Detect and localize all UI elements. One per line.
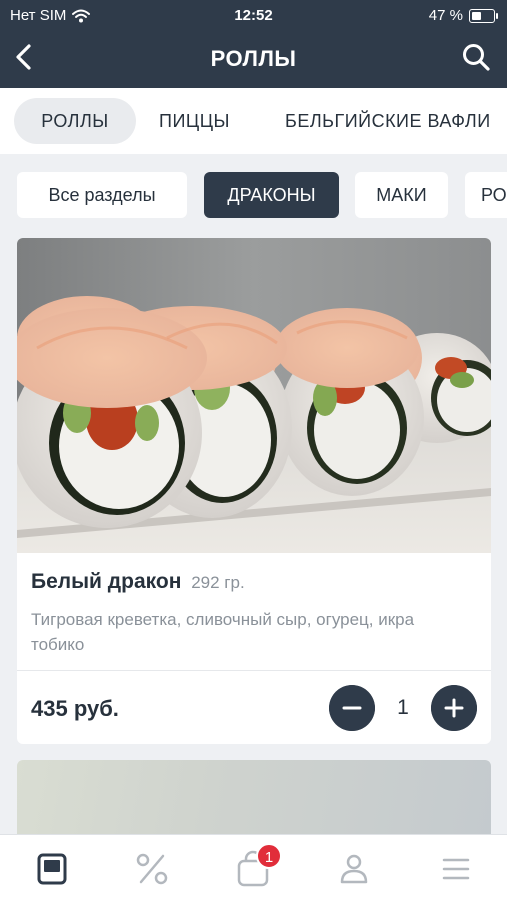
product-title[interactable]: Белый дракон 292 гр. xyxy=(31,570,245,594)
cart-badge: 1 xyxy=(256,843,282,869)
decrease-quantity-button[interactable] xyxy=(329,685,375,731)
quantity-value: 1 xyxy=(397,696,409,719)
subcategory-partial[interactable]: РО xyxy=(465,172,507,218)
product-card[interactable]: Белый дракон 292 гр. Тигровая креветка, … xyxy=(17,238,491,744)
battery-info: 47 % xyxy=(428,7,498,24)
product-description: Тигровая креветка, сливочный сыр, огурец… xyxy=(31,610,415,654)
subcategory-maki[interactable]: МАКИ xyxy=(355,172,448,218)
battery-level xyxy=(472,11,481,20)
product-image xyxy=(17,238,491,553)
menu-icon[interactable] xyxy=(32,849,72,889)
product-weight: 292 гр. xyxy=(191,573,245,592)
status-bar: Нет SIM 12:52 47 % xyxy=(0,0,507,30)
battery-percent: 47 % xyxy=(428,7,463,24)
subcategory-all[interactable]: Все разделы xyxy=(17,172,187,218)
percent-icon[interactable] xyxy=(132,849,172,889)
subcategory-chips: Все разделы ДРАКОНЫ МАКИ РО xyxy=(0,172,507,218)
category-tab-rolls[interactable]: РОЛЛЫ xyxy=(14,98,136,144)
increase-quantity-button[interactable] xyxy=(431,685,477,731)
page-title: РОЛЛЫ xyxy=(210,46,297,71)
battery-icon xyxy=(469,8,498,23)
subcategory-dragons[interactable]: ДРАКОНЫ xyxy=(204,172,339,218)
bottom-tab-bar xyxy=(0,834,507,901)
app-header: Нет SIM 12:52 47 % РОЛЛЫ xyxy=(0,0,507,88)
product-name: Белый дракон xyxy=(31,570,182,593)
product-price: 435 руб. xyxy=(31,696,119,721)
category-tabs: РОЛЛЫ ПИЦЦЫ БЕЛЬГИЙСКИЕ ВАФЛИ xyxy=(0,88,507,154)
category-tab-waffles[interactable]: БЕЛЬГИЙСКИЕ ВАФЛИ xyxy=(285,98,491,144)
hamburger-icon[interactable] xyxy=(436,849,476,889)
card-divider xyxy=(17,670,491,671)
category-tab-pizza[interactable]: ПИЦЦЫ xyxy=(159,98,230,144)
search-icon[interactable] xyxy=(461,42,491,72)
profile-icon[interactable] xyxy=(334,849,374,889)
